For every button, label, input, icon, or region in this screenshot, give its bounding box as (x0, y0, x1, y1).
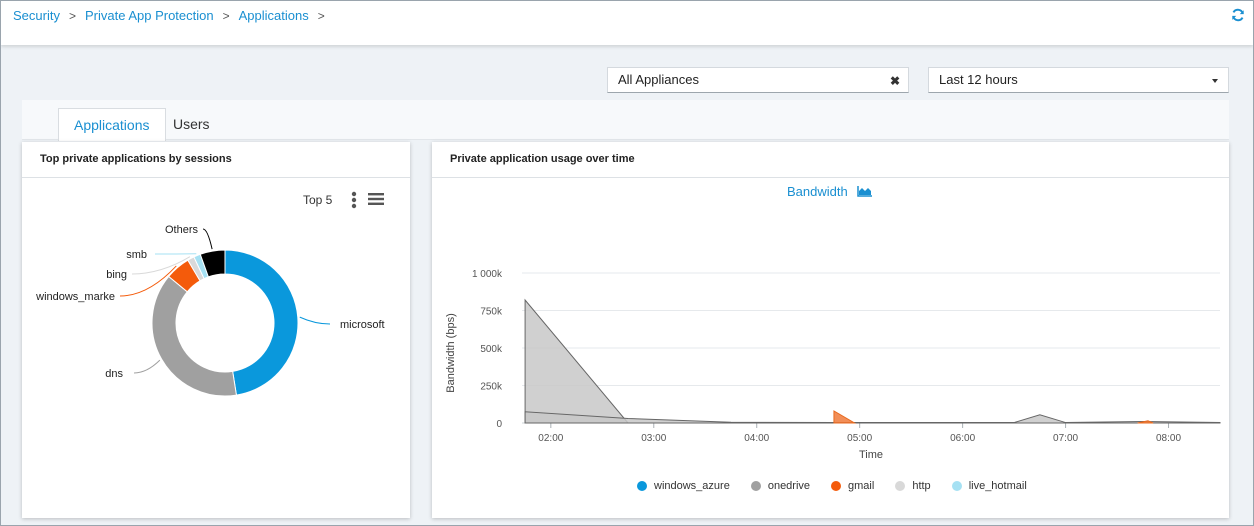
donut-leader-line (133, 359, 161, 374)
donut-label-bing: bing (106, 269, 127, 281)
legend-marker (750, 481, 761, 491)
top-applications-title: Top private applications by sessions (22, 142, 410, 178)
x-tick-label: 03:00 (641, 433, 666, 444)
x-tick-label: 06:00 (950, 433, 975, 444)
x-tick-label: 05:00 (847, 433, 872, 444)
donut-slice-microsoft[interactable] (224, 249, 299, 396)
usage-over-time-title: Private application usage over time (432, 142, 1229, 178)
usage-over-time-card: Private application usage over time Band… (432, 142, 1229, 518)
legend-label: http (912, 480, 931, 492)
time-range-select[interactable]: Last 12 hours (928, 67, 1229, 93)
y-axis-label: Bandwidth (bps) (445, 313, 457, 393)
bandwidth-area-chart: 0 250k 500k 750k 1 000k 02:00 03:00 04:00 05:00 0… (445, 269, 1221, 461)
legend-marker (831, 481, 842, 491)
appliance-filter[interactable]: All Appliances ✖ (607, 67, 909, 93)
donut-leader-line (299, 316, 331, 325)
legend-label: windows_azure (654, 480, 730, 492)
area-series-onedrive[interactable] (524, 298, 630, 424)
x-tick-label: 02:00 (538, 433, 563, 444)
legend-label: onedrive (767, 480, 811, 492)
breadcrumb: Security > Private App Protection > Appl… (13, 8, 334, 23)
donut-label-windows_marke: windows_marke (35, 291, 115, 303)
top-bar: Security > Private App Protection > Appl… (1, 1, 1253, 45)
tab-applications[interactable]: Applications (58, 108, 166, 141)
breadcrumb-separator: > (222, 8, 230, 23)
chart-legend: windows_azure onedrive gmail http live_hotma… (637, 480, 1048, 492)
x-tick-label: 08:00 (1156, 433, 1181, 444)
breadcrumb-separator: > (68, 8, 76, 23)
x-tick-label: 07:00 (1053, 433, 1078, 444)
legend-marker (895, 481, 906, 491)
area-series-onedrive[interactable] (524, 411, 1221, 424)
donut-label-smb: smb (126, 249, 147, 261)
donut-leader-line (202, 228, 213, 250)
top-applications-card: Top private applications by sessions Top… (22, 142, 410, 518)
donut-chart-area: Top 5 microsoft dns windows_marke bing smb Ot… (22, 178, 410, 518)
top-n-selector[interactable]: Top 5 (303, 193, 332, 207)
donut-label-dns: dns (105, 368, 123, 380)
donut-label-microsoft: microsoft (340, 319, 385, 331)
appliance-filter-value: All Appliances (618, 72, 699, 87)
y-tick-label: 1 000k (472, 269, 503, 280)
legend-item-live_hotmail[interactable]: live_hotmail (951, 480, 1027, 492)
area-series-gmail[interactable] (833, 410, 857, 424)
tab-users[interactable]: Users (158, 108, 225, 141)
area-chart-area: Bandwidth 0 250k 500k 750k 1 000k 02:00 03:00 0… (432, 178, 1229, 518)
hamburger-menu-icon[interactable] (368, 192, 384, 206)
x-tick-label: 04:00 (744, 433, 769, 444)
x-axis-label: Time (859, 449, 883, 461)
kebab-menu-icon[interactable] (350, 191, 358, 209)
donut-chart: microsoft dns windows_marke bing smb Others (35, 224, 385, 397)
breadcrumb-applications[interactable]: Applications (239, 8, 309, 23)
y-tick-label: 750k (480, 307, 503, 318)
breadcrumb-separator: > (317, 8, 325, 23)
y-tick-label: 500k (480, 344, 503, 355)
refresh-icon[interactable] (1231, 8, 1245, 22)
legend-item-windows_azure[interactable]: windows_azure (637, 480, 730, 492)
time-range-value: Last 12 hours (939, 72, 1018, 87)
breadcrumb-private-app-protection[interactable]: Private App Protection (85, 8, 214, 23)
legend-item-http[interactable]: http (895, 480, 931, 492)
legend-marker (951, 481, 962, 491)
legend-item-onedrive[interactable]: onedrive (750, 480, 811, 492)
breadcrumb-security[interactable]: Security (13, 8, 60, 23)
clear-icon[interactable]: ✖ (890, 74, 900, 88)
donut-slice-dns[interactable] (151, 275, 237, 397)
y-tick-label: 250k (480, 382, 503, 393)
legend-item-gmail[interactable]: gmail (831, 480, 874, 492)
legend-label: live_hotmail (968, 480, 1027, 492)
legend-label: gmail (848, 480, 875, 492)
tab-bar: Applications Users (22, 100, 1229, 141)
legend-marker (637, 481, 647, 491)
donut-label-others: Others (165, 224, 199, 236)
caret-down-icon[interactable] (1212, 79, 1218, 83)
y-tick-label: 0 (496, 419, 502, 430)
